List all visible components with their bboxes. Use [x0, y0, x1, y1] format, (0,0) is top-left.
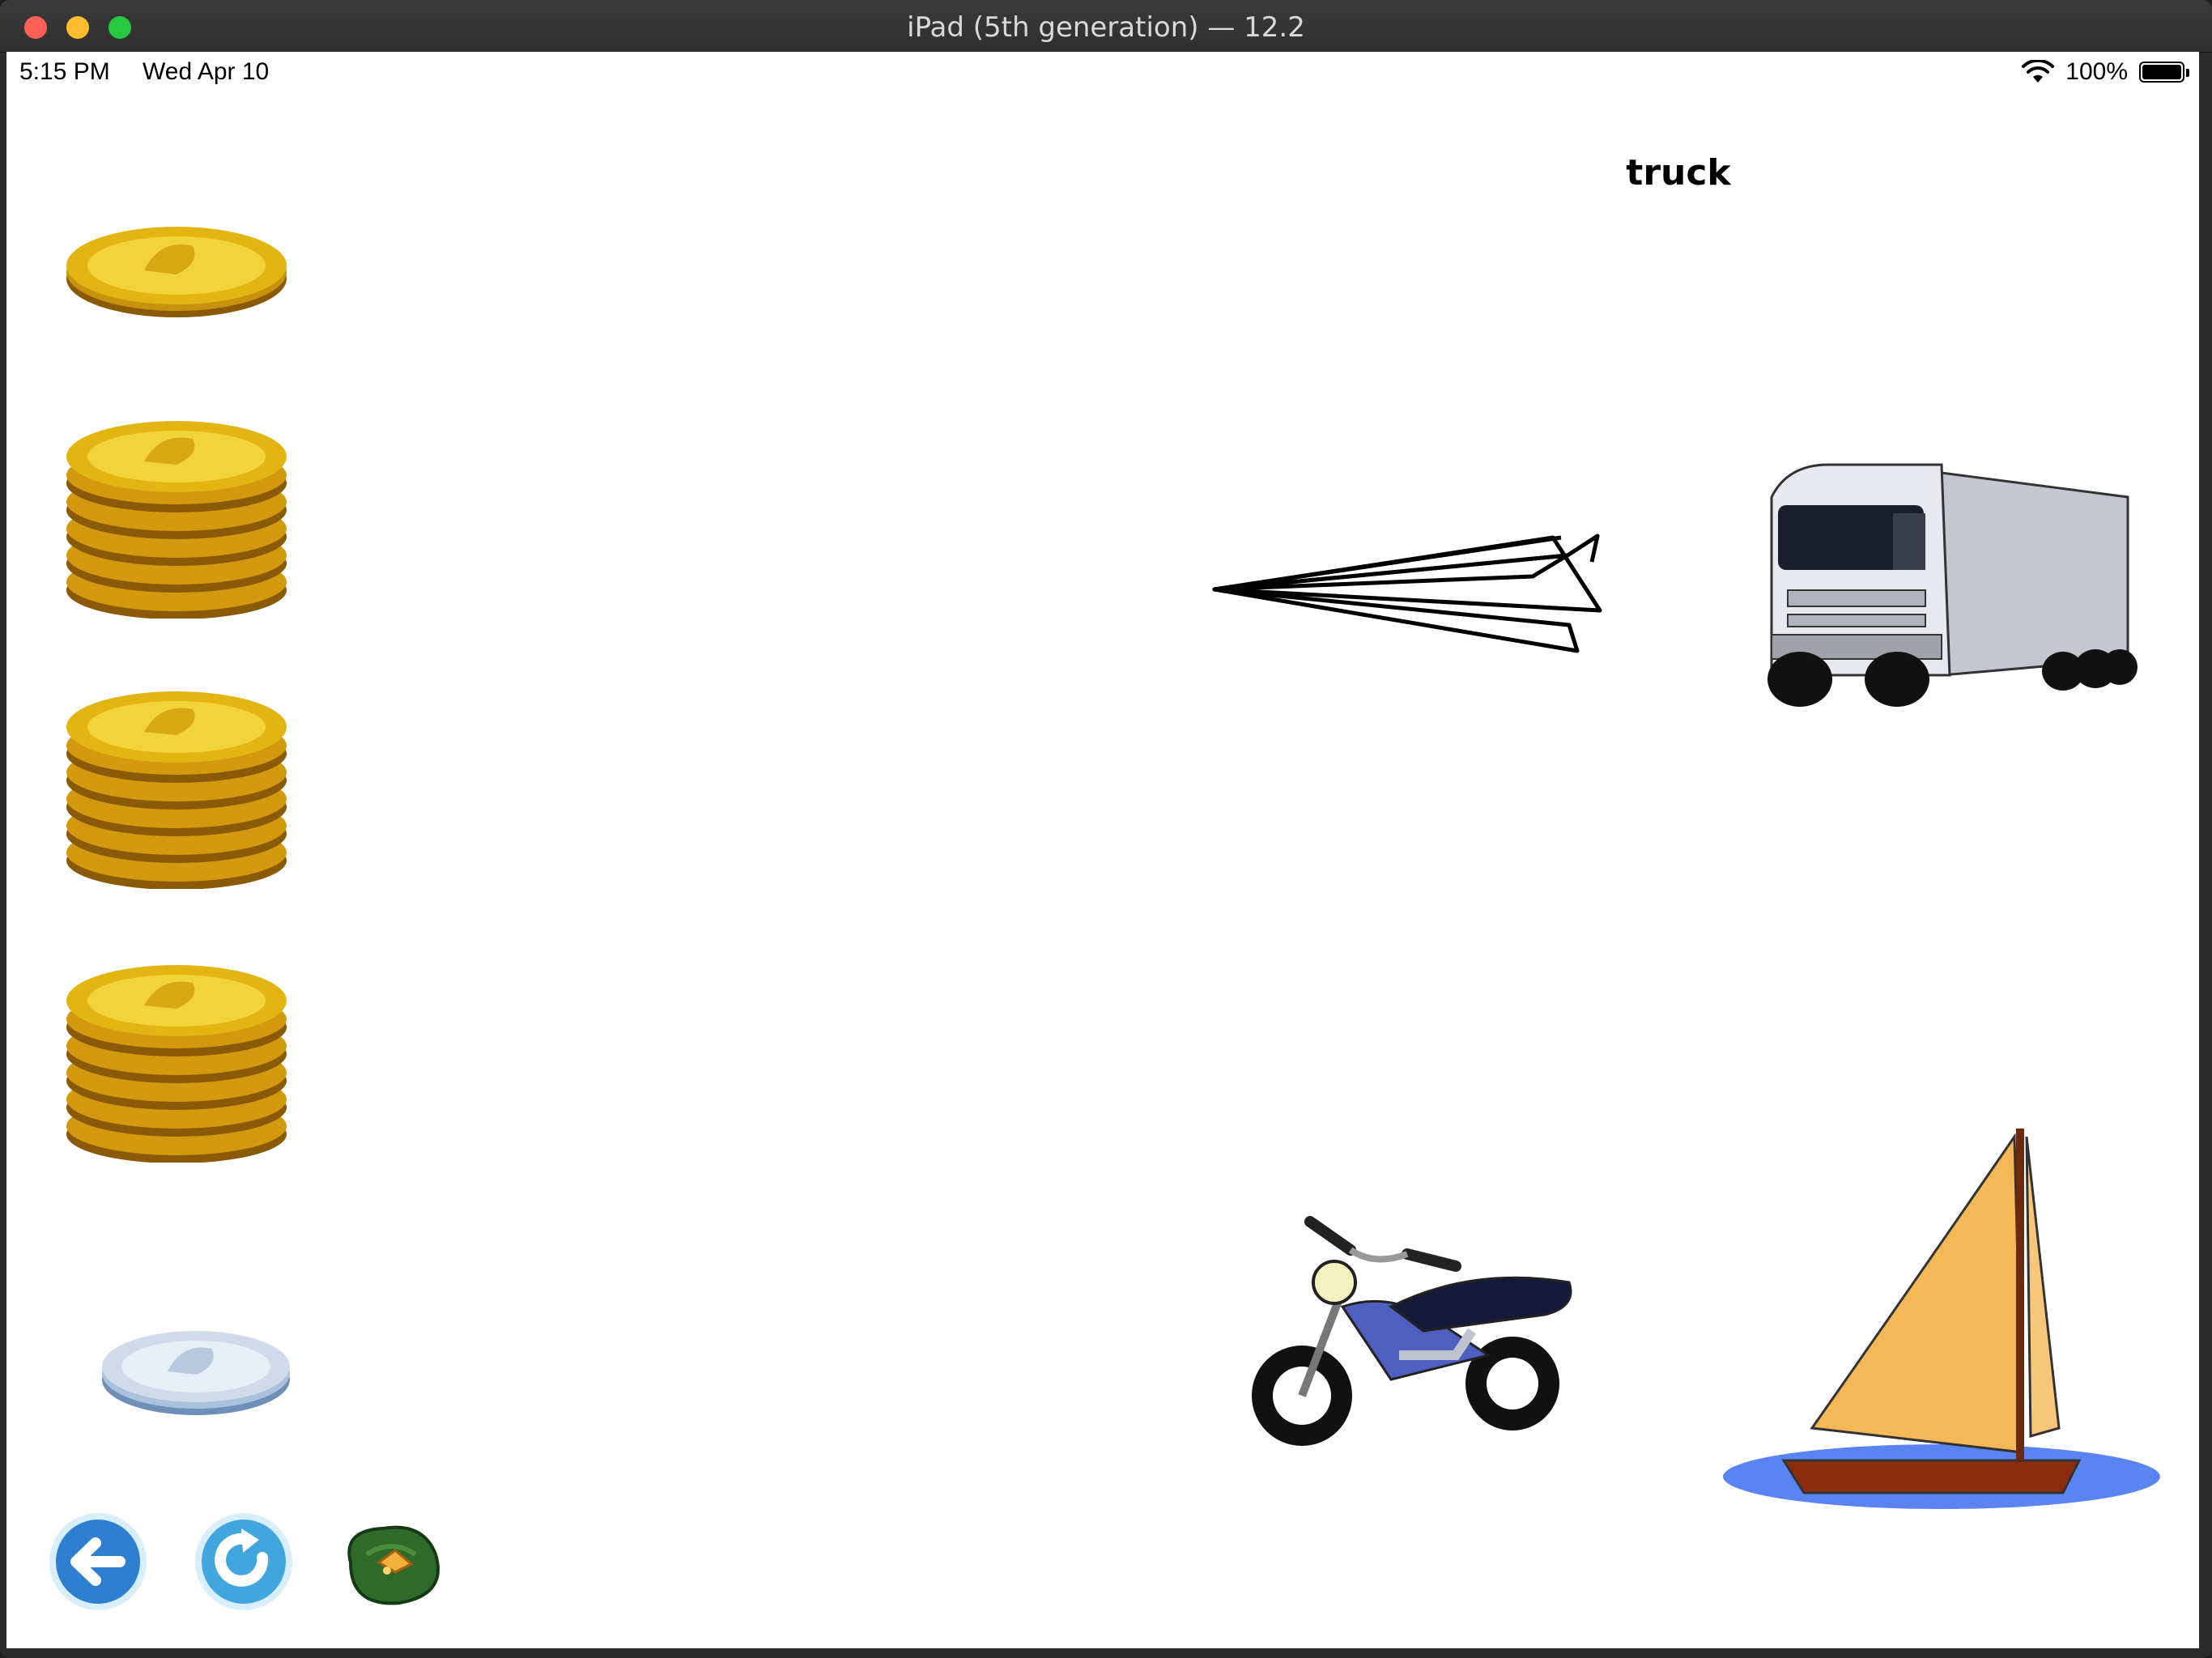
- truck-image[interactable]: [1739, 440, 2144, 716]
- coin-stack-gold-1[interactable]: [55, 408, 298, 619]
- paper-airplane-image[interactable]: [1205, 481, 1634, 675]
- status-bar: 5:15 PM Wed Apr 10 100%: [6, 52, 2199, 92]
- wifi-icon: [2022, 60, 2055, 83]
- reload-button[interactable]: [191, 1509, 296, 1614]
- motorcycle-image[interactable]: [1245, 1193, 1593, 1460]
- target-word: truck: [1626, 152, 1731, 193]
- treasure-bag-button[interactable]: [334, 1514, 448, 1611]
- sailboat-image[interactable]: [1715, 1088, 2168, 1525]
- coin-stack-gold-3[interactable]: [55, 952, 298, 1163]
- back-button[interactable]: [45, 1509, 151, 1614]
- window-title: iPad (5th generation) — 12.2: [907, 11, 1305, 44]
- status-time: 5:15 PM: [19, 58, 110, 85]
- coin-stack-gold-2[interactable]: [55, 678, 298, 889]
- coin-stack-single-gold[interactable]: [55, 198, 298, 327]
- status-date: Wed Apr 10: [143, 58, 270, 85]
- simulator-window: iPad (5th generation) — 12.2 5:15 PM Wed…: [0, 0, 2212, 1658]
- ipad-screen: 5:15 PM Wed Apr 10 100% truck: [6, 52, 2199, 1648]
- battery-icon: [2139, 62, 2189, 83]
- title-bar: iPad (5th generation) — 12.2: [0, 0, 2212, 53]
- status-right: 100%: [2022, 58, 2189, 86]
- coin-stack-single-silver[interactable]: [74, 1299, 317, 1428]
- battery-percent: 100%: [2065, 58, 2128, 85]
